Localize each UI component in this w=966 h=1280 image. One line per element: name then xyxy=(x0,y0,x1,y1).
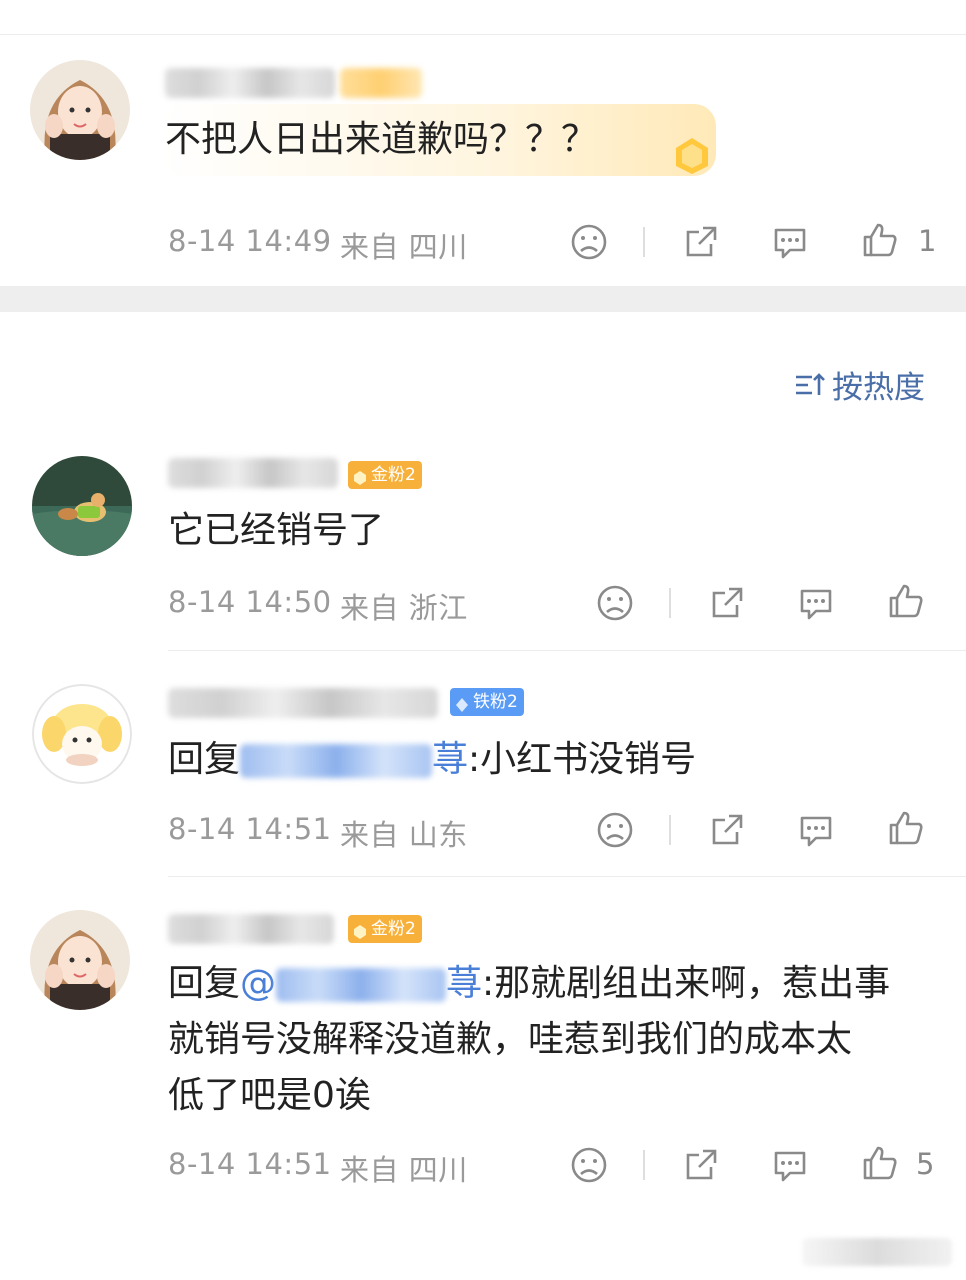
sort-button[interactable]: 按热度 xyxy=(794,362,925,407)
comment-line: 就销号没解释没道歉，哇惹到我们的成本太 xyxy=(168,1019,853,1060)
share-icon[interactable] xyxy=(681,1145,721,1185)
comment-text: 不把人日出来道歉吗？？？ xyxy=(165,119,598,160)
fan-badge[interactable]: 金粉2 xyxy=(348,461,422,489)
sad-face-icon[interactable] xyxy=(569,222,609,262)
sad-face-icon[interactable] xyxy=(595,810,635,850)
avatar[interactable] xyxy=(30,910,130,1010)
comment-location: 来自 山东 xyxy=(340,818,468,852)
like-count: 1 xyxy=(918,224,937,258)
sort-label: 按热度 xyxy=(832,370,925,406)
thumbs-up-icon[interactable] xyxy=(886,808,926,848)
like-count: 5 xyxy=(916,1147,935,1181)
comment-divider xyxy=(168,650,966,651)
comment-divider xyxy=(168,876,966,877)
comment-text: 它已经销号了 xyxy=(168,510,385,551)
separator xyxy=(669,815,671,845)
comment-time: 8-14 14:49 xyxy=(168,224,332,258)
comment-time: 8-14 14:51 xyxy=(168,812,332,846)
username-redacted[interactable] xyxy=(168,688,438,718)
share-icon[interactable] xyxy=(681,222,721,262)
fan-badge[interactable]: 铁粉2 xyxy=(450,688,524,716)
comment-body: :那就剧组出来啊，惹出事 xyxy=(482,963,891,1004)
thumbs-up-icon[interactable] xyxy=(860,220,900,260)
comment-icon[interactable] xyxy=(770,222,810,262)
thumbs-up-icon[interactable] xyxy=(886,581,926,621)
comment-icon[interactable] xyxy=(770,1145,810,1185)
fan-badge[interactable]: 金粉2 xyxy=(348,915,422,943)
sad-face-icon[interactable] xyxy=(569,1145,609,1185)
avatar[interactable] xyxy=(30,60,130,160)
crown-icon xyxy=(352,921,368,939)
share-icon[interactable] xyxy=(707,810,747,850)
section-separator xyxy=(0,286,966,312)
diamond-icon xyxy=(454,694,470,712)
crown-icon xyxy=(668,136,716,176)
reply-prefix: 回复 xyxy=(168,963,241,1004)
avatar[interactable] xyxy=(32,684,132,784)
crown-icon xyxy=(352,467,368,485)
watermark xyxy=(802,1238,952,1266)
comment-line: 回复@ 荨:那就剧组出来啊，惹出事 xyxy=(168,956,958,1012)
mention-link[interactable]: 荨 xyxy=(240,739,468,780)
comment-text: 回复 荨:小红书没销号 xyxy=(168,732,696,788)
badge-label: 铁粉2 xyxy=(473,692,518,712)
comment-location: 来自 四川 xyxy=(340,230,468,264)
avatar[interactable] xyxy=(32,456,132,556)
mention-tail: 荨 xyxy=(446,963,483,1004)
comment-icon[interactable] xyxy=(796,583,836,623)
username-redacted[interactable] xyxy=(168,458,338,488)
separator xyxy=(643,227,645,257)
mention-tail: 荨 xyxy=(432,739,469,780)
comment-body: :小红书没销号 xyxy=(468,739,697,780)
comment-time: 8-14 14:51 xyxy=(168,1147,332,1181)
separator xyxy=(643,1150,645,1180)
username-redacted[interactable] xyxy=(165,68,335,98)
vip-tag-redacted xyxy=(340,68,422,98)
mention-link[interactable]: @ 荨 xyxy=(240,963,482,1004)
badge-label: 金粉2 xyxy=(371,465,416,485)
comment-icon[interactable] xyxy=(796,810,836,850)
reply-prefix: 回复 xyxy=(168,739,241,780)
comment-text: 回复@ 荨:那就剧组出来啊，惹出事 就销号没解释没道歉，哇惹到我们的成本太 低了吧… xyxy=(168,956,958,1124)
mention-redacted xyxy=(276,968,447,1002)
top-divider xyxy=(0,34,966,35)
comment-location: 来自 浙江 xyxy=(340,591,468,625)
mention-redacted xyxy=(240,744,433,778)
comment-time: 8-14 14:50 xyxy=(168,585,332,619)
thumbs-up-icon[interactable] xyxy=(860,1143,900,1183)
badge-label: 金粉2 xyxy=(371,919,416,939)
mention-at: @ xyxy=(240,963,277,1004)
separator xyxy=(669,588,671,618)
sort-icon xyxy=(794,371,826,399)
comment-location: 来自 四川 xyxy=(340,1153,468,1187)
username-redacted[interactable] xyxy=(168,914,334,944)
comment-line: 低了吧是0诶 xyxy=(168,1075,371,1116)
share-icon[interactable] xyxy=(707,583,747,623)
sad-face-icon[interactable] xyxy=(595,583,635,623)
